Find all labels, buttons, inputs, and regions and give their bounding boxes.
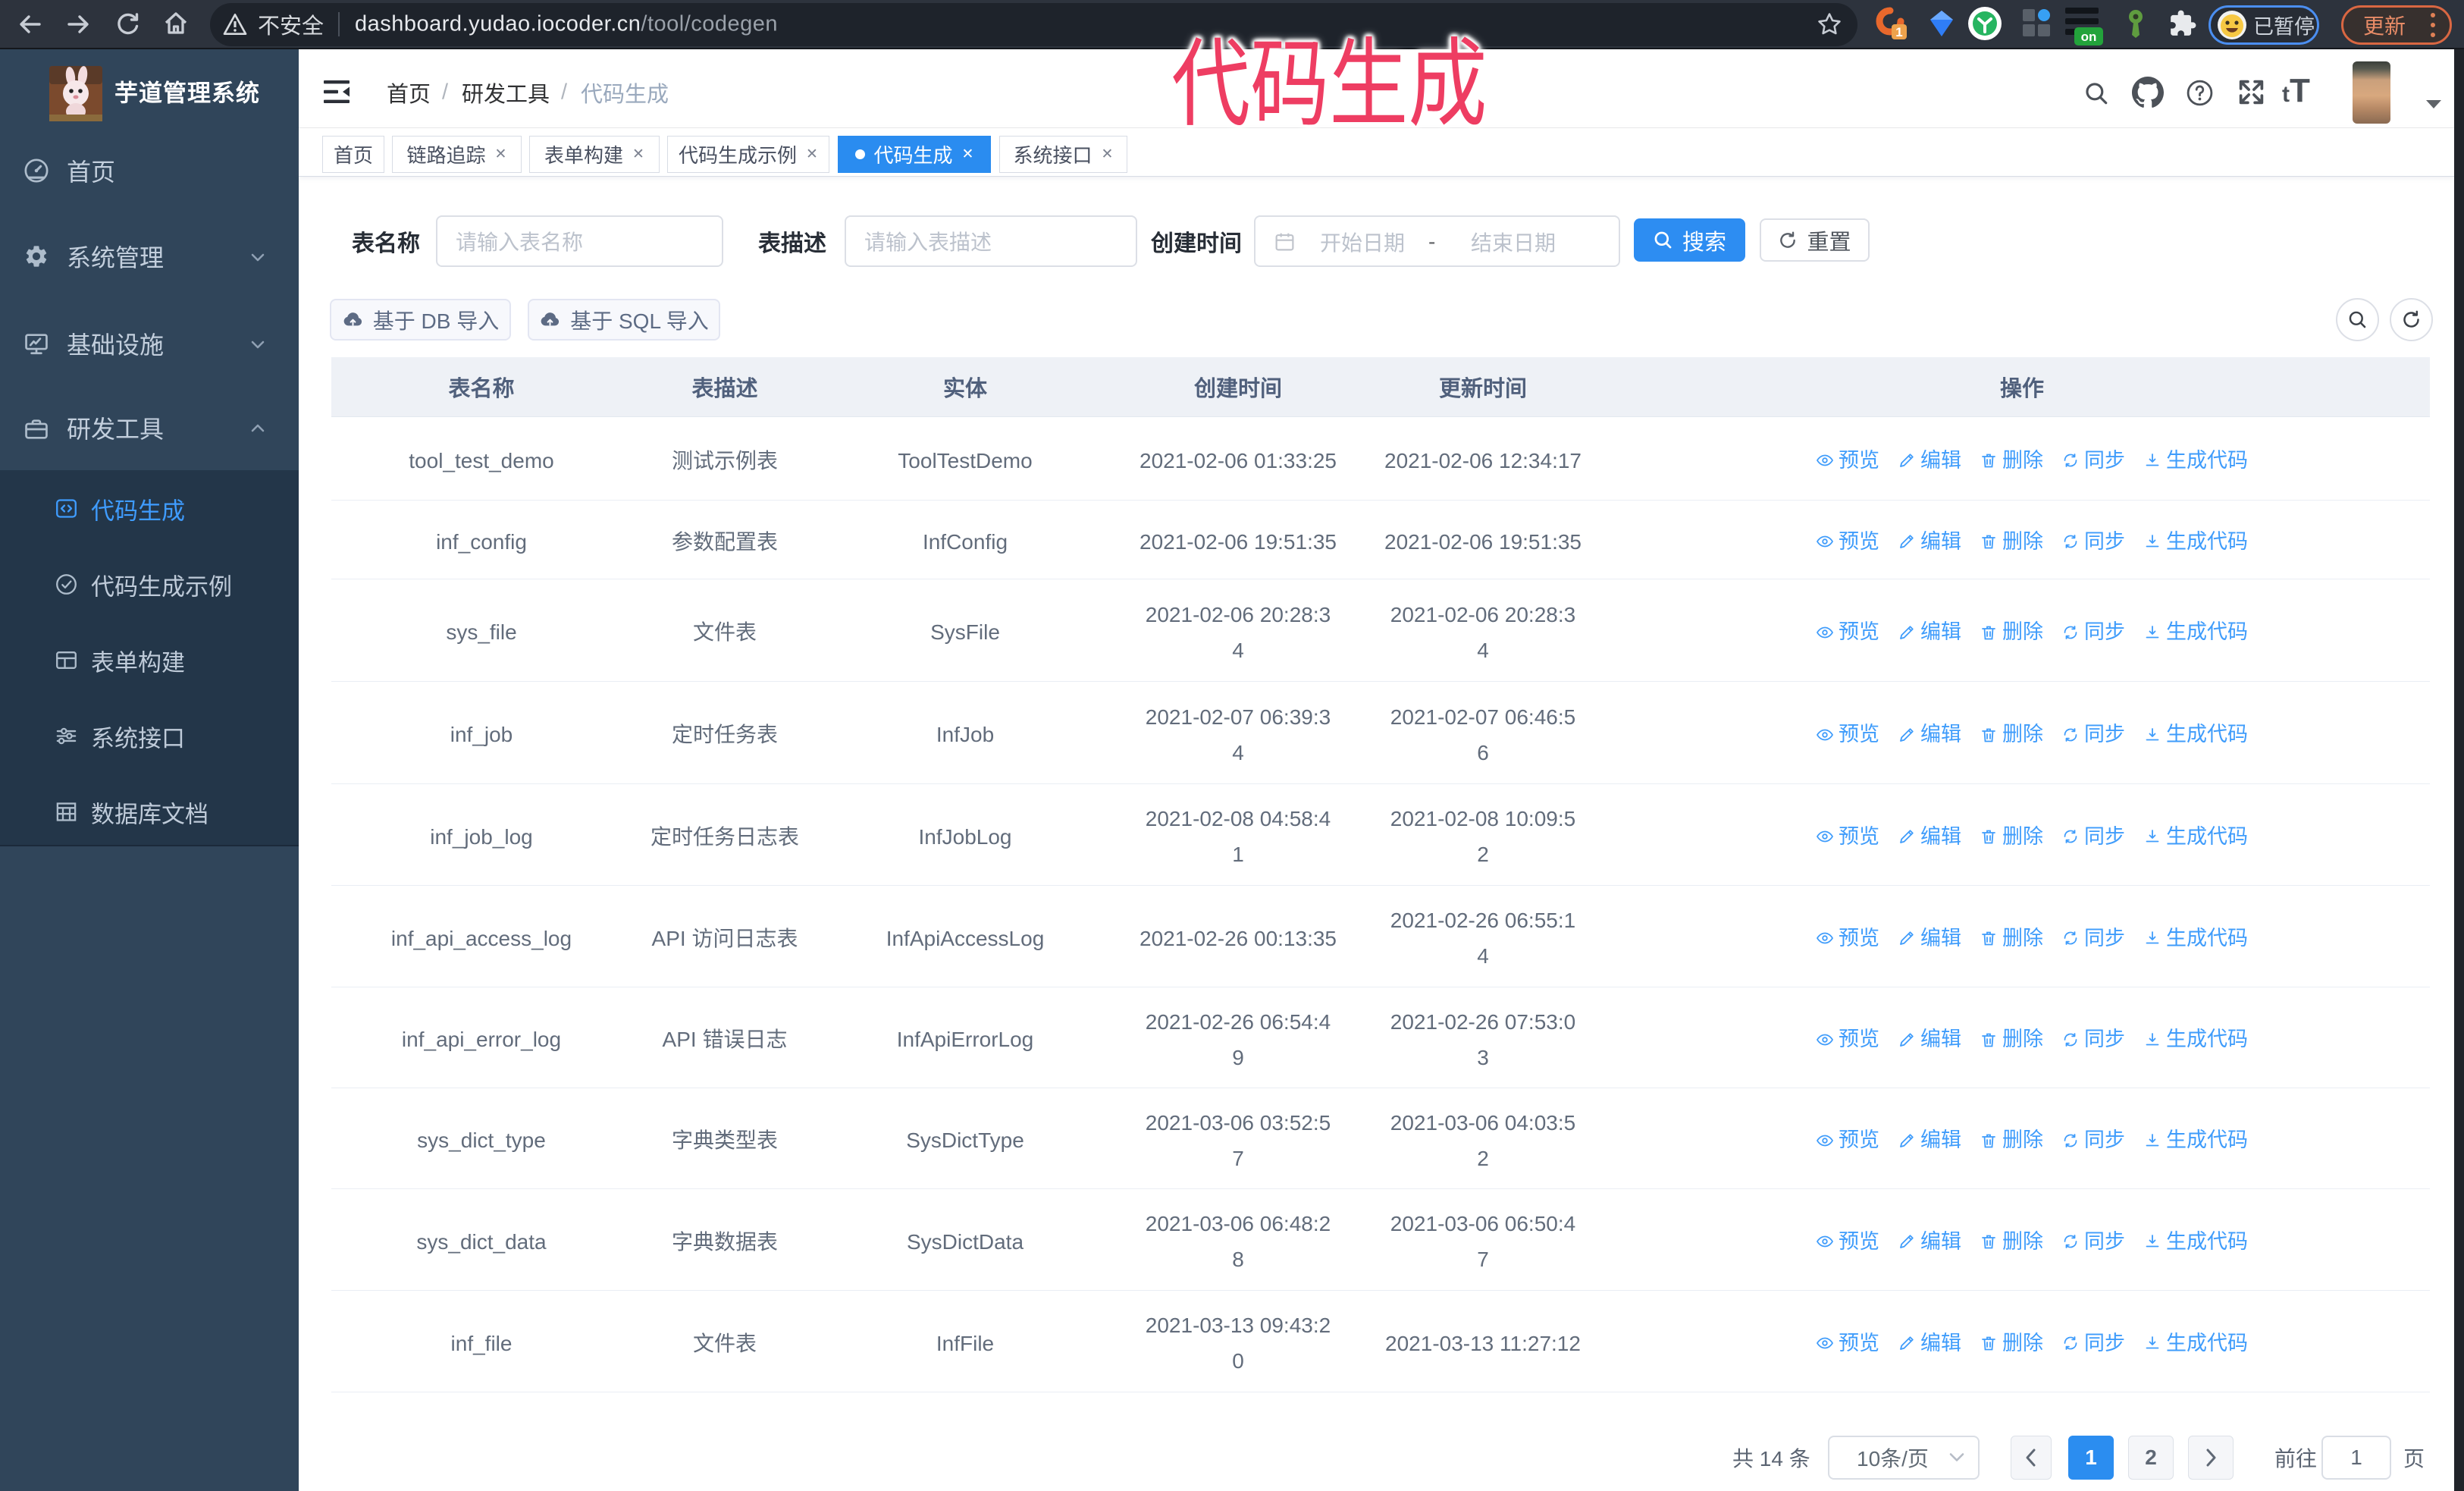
svg-text:1: 1	[1895, 25, 1902, 39]
svg-text:on: on	[2081, 30, 2097, 44]
